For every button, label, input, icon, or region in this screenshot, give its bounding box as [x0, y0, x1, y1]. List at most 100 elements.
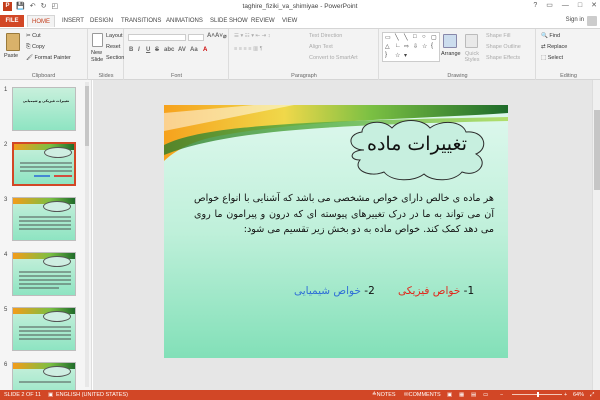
format-painter-button[interactable]: 🖌 Format Painter — [26, 55, 71, 61]
replace-button[interactable]: ⇄ Replace — [541, 44, 567, 50]
list-item-chemical-properties[interactable]: 2- خواص شیمیایی — [294, 285, 375, 297]
change-case-button[interactable]: Aa — [190, 47, 198, 53]
shape-fill-button[interactable]: Shape Fill — [486, 33, 510, 39]
shape-more-icon[interactable]: ▾ — [404, 52, 407, 59]
language-indicator[interactable]: ENGLISH (UNITED STATES) — [56, 390, 128, 400]
slide-title[interactable]: تغییرات ماده — [342, 133, 492, 155]
slide-thumbnail-3[interactable]: 3 — [4, 197, 86, 242]
tab-insert[interactable]: INSERT — [62, 15, 84, 27]
underline-button[interactable]: U — [146, 47, 150, 53]
reset-button[interactable]: Reset — [106, 44, 120, 50]
shape-triangle-icon[interactable]: △ — [385, 43, 390, 50]
scrollbar-thumb[interactable] — [594, 110, 600, 190]
notes-button[interactable]: ≙ NOTES — [372, 390, 396, 400]
sign-in-link[interactable]: Sign in — [566, 17, 584, 23]
arrange-icon[interactable] — [443, 34, 457, 48]
current-slide[interactable]: تغییرات ماده هر ماده ی خالص دارای خواص م… — [164, 105, 508, 358]
bold-button[interactable]: B — [129, 47, 133, 53]
text-direction-button[interactable]: Text Direction — [309, 33, 342, 39]
select-button[interactable]: ⬚ Select — [541, 55, 563, 61]
tab-home[interactable]: HOME — [27, 15, 55, 27]
tab-review[interactable]: REVIEW — [251, 15, 275, 27]
comments-button[interactable]: ✉ COMMENTS — [404, 390, 441, 400]
help-icon[interactable]: ? — [533, 2, 537, 9]
shape-arrow-right-icon[interactable]: ⇨ — [404, 43, 409, 50]
zoom-level[interactable]: 64% — [573, 390, 584, 400]
italic-button[interactable]: I — [138, 47, 140, 53]
strikethrough-button[interactable]: S — [155, 47, 159, 53]
zoom-out-icon[interactable]: − — [500, 390, 503, 400]
font-size-select[interactable] — [188, 34, 204, 41]
tab-animations[interactable]: ANIMATIONS — [166, 15, 203, 27]
shape-star-icon[interactable]: ☆ — [422, 43, 427, 50]
character-spacing-button[interactable]: AV — [178, 47, 186, 53]
text-shadow-button[interactable]: abc — [164, 47, 174, 53]
align-icons[interactable]: ≡ ≡ ≡ ≡ ▥ ¶ — [234, 46, 263, 52]
copy-button[interactable]: ⎘ Copy — [26, 44, 45, 51]
paste-icon[interactable] — [6, 33, 20, 51]
shape-star2-icon[interactable]: ☆ — [395, 52, 400, 59]
slide-thumbnail-4[interactable]: 4 — [4, 252, 86, 297]
slide-thumbnail-1[interactable]: 1 تغییرات فیزیکی و شیمیایی — [4, 87, 86, 132]
tab-file[interactable]: FILE — [0, 15, 24, 27]
window-title: taghire_fiziki_va_shimiyae - PowerPoint — [242, 3, 358, 10]
font-family-select[interactable] — [128, 34, 186, 41]
slide-thumbnail-2[interactable]: 2 — [4, 142, 86, 187]
avatar[interactable] — [587, 16, 597, 26]
zoom-slider-handle[interactable] — [537, 392, 539, 397]
clear-formatting-icon[interactable]: ⌀ — [223, 33, 227, 40]
slide-body-text[interactable]: هر ماده ی خالص دارای خواص مشخصی می باشد … — [194, 191, 494, 238]
list-item-physical-properties[interactable]: 1- خواص فیزیکی — [398, 285, 474, 297]
cut-button[interactable]: ✂ Cut — [26, 33, 41, 39]
tab-design[interactable]: DESIGN — [90, 15, 113, 27]
new-slide-button-line2[interactable]: Slide — [91, 57, 103, 63]
quick-styles-icon[interactable] — [465, 34, 478, 48]
shape-arrow-down-icon[interactable]: ⇩ — [413, 43, 418, 50]
layout-button[interactable]: Layout — [106, 33, 123, 39]
reading-view-icon[interactable]: ▤ — [471, 390, 476, 400]
shapes-gallery[interactable]: ▭ ╲ ╲ □ ○ ▢ △ ∟ ⇨ ⇩ ☆ { } ☆ ▾ — [382, 32, 440, 62]
shape-outline-button[interactable]: Shape Outline — [486, 44, 521, 50]
shape-angle-icon[interactable]: ∟ — [395, 43, 401, 49]
new-slide-icon[interactable] — [92, 33, 103, 47]
slide-sorter-icon[interactable]: ▦ — [459, 390, 464, 400]
arrange-button[interactable]: Arrange — [441, 51, 461, 57]
close-icon[interactable]: ✕ — [591, 2, 597, 9]
quick-styles-button[interactable]: Quick Styles — [461, 51, 483, 63]
shape-line-icon[interactable]: ╲ — [395, 34, 399, 41]
shape-textbox-icon[interactable]: ▭ — [385, 34, 391, 41]
maximize-icon[interactable]: □ — [578, 2, 582, 9]
tab-slide-show[interactable]: SLIDE SHOW — [210, 15, 248, 27]
tab-transitions[interactable]: TRANSITIONS — [121, 15, 161, 27]
shape-line2-icon[interactable]: ╲ — [404, 34, 408, 41]
tab-view[interactable]: VIEW — [282, 15, 297, 27]
convert-to-smartart-button[interactable]: Convert to SmartArt — [309, 55, 358, 61]
editor-scrollbar[interactable] — [592, 80, 600, 390]
ribbon-display-icon[interactable]: ▭ — [546, 2, 553, 9]
shape-brace2-icon[interactable]: } — [385, 52, 387, 58]
shape-rounded-rect-icon[interactable]: ▢ — [431, 34, 437, 41]
shape-rect-icon[interactable]: □ — [413, 34, 417, 40]
grow-font-icon[interactable]: A˄ — [207, 33, 215, 39]
normal-view-icon[interactable]: ▣ — [447, 390, 452, 400]
slideshow-view-icon[interactable]: ▭ — [483, 390, 488, 400]
font-color-button[interactable]: A — [203, 47, 207, 53]
window-controls: ? ▭ — □ ✕ — [524, 1, 597, 9]
shrink-font-icon[interactable]: A˅ — [215, 33, 223, 39]
shape-oval-icon[interactable]: ○ — [422, 34, 426, 40]
scrollbar-thumb[interactable] — [85, 86, 89, 146]
shape-brace-icon[interactable]: { — [431, 43, 433, 49]
shape-effects-button[interactable]: Shape Effects — [486, 55, 520, 61]
thumbnails-scrollbar[interactable] — [85, 82, 89, 387]
bullets-icon[interactable]: ☰ ▾ ☷ ▾ ⇤ ⇥ ↕ — [234, 33, 271, 39]
paste-button[interactable]: Paste — [4, 53, 18, 59]
new-slide-button[interactable]: New — [91, 50, 102, 56]
slide-thumbnail-5[interactable]: 5 — [4, 307, 86, 352]
minimize-icon[interactable]: — — [562, 2, 569, 9]
spellcheck-icon[interactable]: ▣ — [48, 390, 53, 400]
section-button[interactable]: Section — [106, 55, 124, 61]
find-button[interactable]: 🔍 Find — [541, 33, 560, 39]
zoom-in-icon[interactable]: + — [564, 390, 567, 400]
fit-slide-icon[interactable]: ⤢ — [590, 390, 594, 400]
align-text-button[interactable]: Align Text — [309, 44, 333, 50]
